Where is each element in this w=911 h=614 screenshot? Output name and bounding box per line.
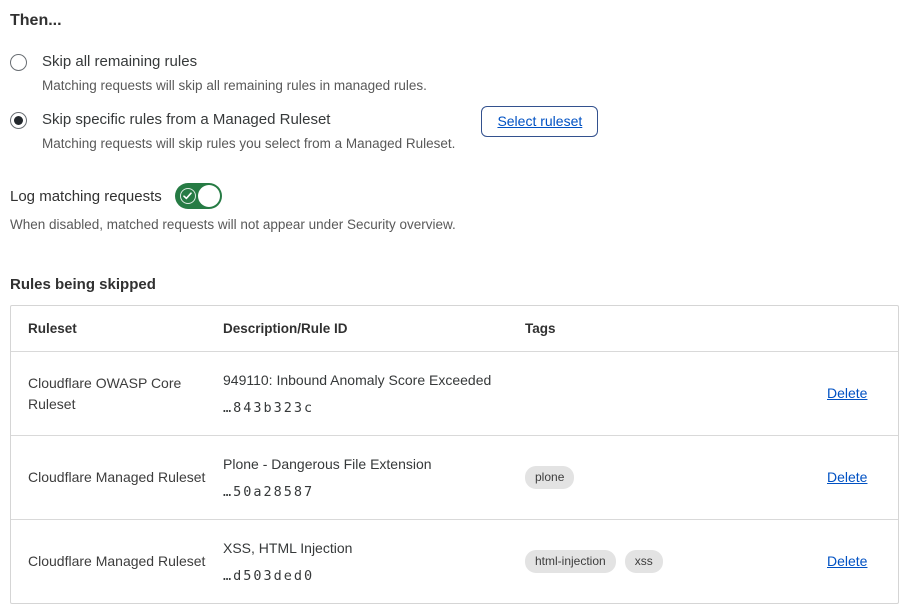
- rule-id: …843b323c: [223, 400, 509, 416]
- then-heading: Then...: [10, 12, 899, 30]
- rule-description: Plone - Dangerous File Extension: [223, 455, 509, 473]
- radio-label-skip-specific[interactable]: Skip specific rules from a Managed Rules…: [42, 110, 455, 130]
- table-row: Cloudflare Managed Ruleset Plone - Dange…: [11, 435, 898, 519]
- select-ruleset-button[interactable]: Select ruleset: [481, 106, 598, 137]
- column-header-description: Description/Rule ID: [223, 321, 525, 336]
- waf-rule-action-panel: Then... Skip all remaining rules Matchin…: [0, 0, 911, 604]
- log-toggle-label: Log matching requests: [10, 188, 162, 205]
- option-skip-all-remaining-rules: Skip all remaining rules Matching reques…: [10, 52, 899, 94]
- delete-rule-link[interactable]: Delete: [827, 469, 867, 485]
- delete-rule-link[interactable]: Delete: [827, 553, 867, 569]
- radio-label-skip-all[interactable]: Skip all remaining rules: [42, 52, 427, 72]
- log-toggle[interactable]: [175, 183, 222, 209]
- ruleset-cell: Cloudflare Managed Ruleset: [28, 551, 223, 572]
- column-header-ruleset: Ruleset: [28, 321, 223, 336]
- delete-rule-link[interactable]: Delete: [827, 385, 867, 401]
- toggle-knob: [198, 185, 220, 207]
- log-toggle-description: When disabled, matched requests will not…: [10, 217, 899, 232]
- rules-being-skipped-heading: Rules being skipped: [10, 276, 899, 293]
- radio-desc-skip-specific: Matching requests will skip rules you se…: [42, 135, 455, 152]
- radio-skip-specific[interactable]: [10, 112, 27, 129]
- rule-id: …50a28587: [223, 484, 509, 500]
- table-header-row: Ruleset Description/Rule ID Tags: [11, 306, 898, 351]
- tag-pill: html-injection: [525, 550, 616, 573]
- option-skip-specific-rules: Skip specific rules from a Managed Rules…: [10, 110, 899, 152]
- rule-id: …d503ded0: [223, 568, 509, 584]
- rules-being-skipped-table: Ruleset Description/Rule ID Tags Cloudfl…: [10, 305, 899, 604]
- radio-desc-skip-all: Matching requests will skip all remainin…: [42, 77, 427, 94]
- tags-cell: html-injection xss: [525, 550, 827, 573]
- log-matching-row: Log matching requests: [10, 183, 899, 209]
- table-row: Cloudflare OWASP Core Ruleset 949110: In…: [11, 351, 898, 435]
- radio-skip-all-remaining[interactable]: [10, 54, 27, 71]
- tag-pill: plone: [525, 466, 574, 489]
- ruleset-cell: Cloudflare Managed Ruleset: [28, 467, 223, 488]
- rule-description: XSS, HTML Injection: [223, 539, 509, 557]
- tags-cell: plone: [525, 466, 827, 489]
- check-icon: [180, 188, 196, 204]
- tag-pill: xss: [625, 550, 663, 573]
- table-row: Cloudflare Managed Ruleset XSS, HTML Inj…: [11, 519, 898, 603]
- column-header-tags: Tags: [525, 321, 827, 336]
- rule-description: 949110: Inbound Anomaly Score Exceeded: [223, 371, 509, 389]
- ruleset-cell: Cloudflare OWASP Core Ruleset: [28, 373, 223, 415]
